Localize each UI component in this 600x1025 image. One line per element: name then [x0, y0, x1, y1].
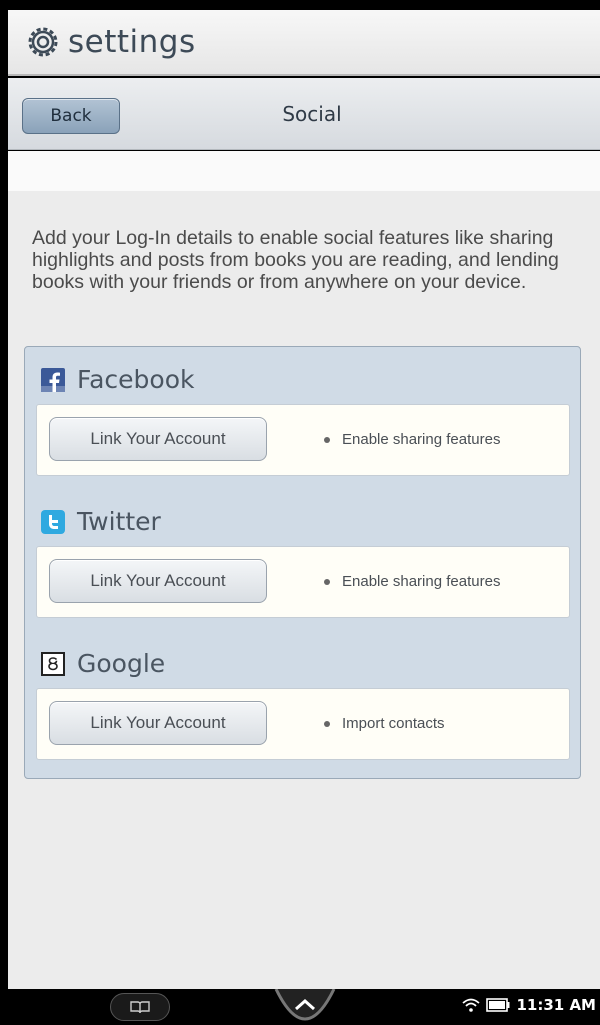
book-icon	[130, 1001, 150, 1014]
feature-text: Enable sharing features	[342, 431, 501, 448]
home-chevron-icon[interactable]	[272, 989, 338, 1025]
feature-text: Enable sharing features	[342, 573, 501, 590]
service-name: Twitter	[77, 507, 161, 536]
facebook-feature: Enable sharing features	[324, 431, 500, 448]
google-icon	[41, 651, 65, 676]
google-header: Google	[41, 649, 165, 678]
google-feature: Import contacts	[324, 715, 445, 732]
twitter-feature: Enable sharing features	[324, 573, 500, 590]
library-button[interactable]	[110, 993, 170, 1021]
twitter-header: Twitter	[41, 507, 161, 536]
gear-icon	[28, 27, 58, 57]
bullet-icon	[324, 578, 330, 585]
system-bar: 11:31 AM	[0, 989, 600, 1025]
page-title: Social	[282, 102, 342, 126]
facebook-header: Facebook	[41, 365, 194, 394]
facebook-card: Link Your Account Enable sharing feature…	[36, 404, 570, 476]
app-title: settings	[68, 24, 196, 60]
bullet-icon	[324, 436, 330, 443]
wifi-icon	[462, 998, 481, 1012]
facebook-icon	[41, 367, 65, 392]
intro-text: Add your Log-In details to enable social…	[32, 227, 559, 293]
facebook-link-account-button[interactable]: Link Your Account	[49, 417, 267, 461]
clock: 11:31 AM	[516, 996, 596, 1014]
status-area: 11:31 AM	[462, 996, 596, 1014]
feature-text: Import contacts	[342, 715, 445, 732]
twitter-card: Link Your Account Enable sharing feature…	[36, 546, 570, 618]
bullet-icon	[324, 720, 330, 727]
app-header: settings	[8, 10, 600, 76]
battery-icon	[486, 998, 510, 1012]
service-name: Facebook	[77, 365, 195, 394]
google-card: Link Your Account Import contacts	[36, 688, 570, 760]
nav-bar: Back Social	[8, 78, 600, 150]
screen: settings Back Social Add your Log-In det…	[0, 0, 600, 1025]
social-accounts-panel: Facebook Link Your Account Enable sharin…	[24, 346, 581, 779]
twitter-link-account-button[interactable]: Link Your Account	[49, 559, 267, 603]
content-area: Add your Log-In details to enable social…	[8, 151, 600, 989]
twitter-icon	[41, 509, 65, 534]
top-spacer	[8, 151, 600, 191]
service-name: Google	[77, 649, 166, 678]
google-link-account-button[interactable]: Link Your Account	[49, 701, 267, 745]
